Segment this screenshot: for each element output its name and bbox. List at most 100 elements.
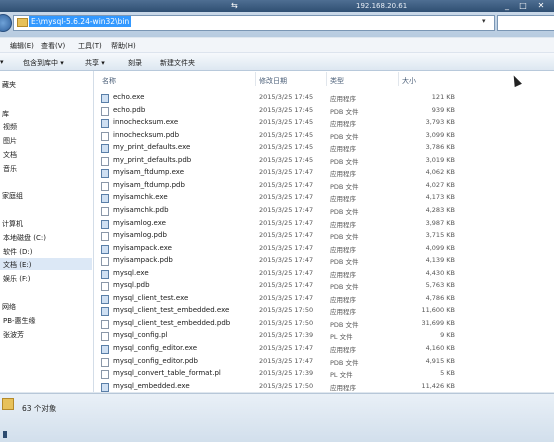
remote-host-title: 192.168.20.61 xyxy=(356,2,408,10)
include-in-library-button[interactable]: 包含到库中 ▾ xyxy=(23,58,64,68)
file-row[interactable]: myisam_ftdump.pdb 2015/3/25 17:47 PDB 文件 4,… xyxy=(100,180,460,192)
file-type: PDB 文件 xyxy=(330,107,359,116)
file-row[interactable]: mysql_config_editor.exe 2015/3/25 17:47 应用… xyxy=(100,343,460,355)
file-name: mysql_config.pl xyxy=(113,331,168,340)
file-type: 应用程序 xyxy=(330,120,356,129)
chevron-down-icon[interactable]: ▾ xyxy=(482,17,486,25)
column-divider[interactable] xyxy=(326,72,327,86)
file-icon xyxy=(101,282,109,292)
file-row[interactable]: mysql_client_test_embedded.pdb 2015/3/25 … xyxy=(100,318,460,330)
file-size: 3,099 KB xyxy=(425,130,455,139)
file-row[interactable]: myisamlog.exe 2015/3/25 17:47 应用程序 3,987 KB xyxy=(100,218,460,230)
file-date: 2015/3/25 17:47 xyxy=(259,256,314,265)
file-row[interactable]: myisam_ftdump.exe 2015/3/25 17:47 应用程序 4,06… xyxy=(100,167,460,179)
file-row[interactable]: mysql_embedded.exe 2015/3/25 17:50 应用程序 11,… xyxy=(100,381,460,393)
file-row[interactable]: mysql.exe 2015/3/25 17:47 应用程序 4,430 KB xyxy=(100,268,460,280)
organize-chevron-icon[interactable]: ▾ xyxy=(0,58,4,66)
file-date: 2015/3/25 17:47 xyxy=(259,243,314,252)
nav-network[interactable]: 网络 xyxy=(2,302,16,312)
share-button[interactable]: 共享 ▾ xyxy=(85,58,105,68)
file-row[interactable]: echo.exe 2015/3/25 17:45 应用程序 121 KB xyxy=(100,92,460,104)
file-name: mysql_client_test.exe xyxy=(113,293,189,302)
nav-drive-c[interactable]: 本地磁盘 (C:) xyxy=(3,233,46,243)
file-type: PDB 文件 xyxy=(330,320,359,329)
file-date: 2015/3/25 17:45 xyxy=(259,118,314,127)
file-name: my_print_defaults.pdb xyxy=(113,155,192,164)
file-row[interactable]: mysql_client_test_embedded.exe 2015/3/25 … xyxy=(100,305,460,317)
file-name: mysql_embedded.exe xyxy=(113,381,190,390)
file-name: myisamlog.pdb xyxy=(113,231,167,240)
file-type: PDB 文件 xyxy=(330,358,359,367)
nav-pictures[interactable]: 图片 xyxy=(3,136,17,146)
address-path[interactable]: E:\mysql-5.6.24-win32\bin xyxy=(29,16,132,27)
nav-libraries[interactable]: 库 xyxy=(2,109,9,119)
file-date: 2015/3/25 17:45 xyxy=(259,143,314,152)
file-row[interactable]: myisamchk.pdb 2015/3/25 17:47 PDB 文件 4,283 … xyxy=(100,205,460,217)
file-row[interactable]: myisamchk.exe 2015/3/25 17:47 应用程序 4,173 KB xyxy=(100,192,460,204)
menu-view[interactable]: 查看(V) xyxy=(41,41,65,51)
column-divider[interactable] xyxy=(398,72,399,86)
nav-network-pc-2[interactable]: 张波芳 xyxy=(3,330,24,340)
column-header-type[interactable]: 类型 xyxy=(330,76,344,86)
file-size: 9 KB xyxy=(440,331,455,340)
nav-computer[interactable]: 计算机 xyxy=(2,219,23,229)
file-row[interactable]: mysql_client_test.exe 2015/3/25 17:47 应用程序… xyxy=(100,293,460,305)
nav-videos[interactable]: 视频 xyxy=(3,122,17,132)
search-input[interactable] xyxy=(497,15,554,31)
file-row[interactable]: innochecksum.exe 2015/3/25 17:45 应用程序 3,793… xyxy=(100,117,460,129)
file-row[interactable]: myisampack.exe 2015/3/25 17:47 应用程序 4,099 K… xyxy=(100,243,460,255)
exe-icon xyxy=(101,307,109,317)
file-name: myisamchk.exe xyxy=(113,193,168,202)
status-bar xyxy=(0,393,554,442)
burn-button[interactable]: 刻录 xyxy=(128,58,142,68)
file-type: 应用程序 xyxy=(330,295,356,304)
menu-tools[interactable]: 工具(T) xyxy=(78,41,102,51)
file-name: myisam_ftdump.pdb xyxy=(113,180,185,189)
minimize-button[interactable]: _ xyxy=(500,1,514,11)
nav-drive-f[interactable]: 娱乐 (F:) xyxy=(3,274,31,284)
remote-connection-icon[interactable]: ⇆ xyxy=(231,1,238,10)
file-size: 3,987 KB xyxy=(425,218,455,227)
file-row[interactable]: my_print_defaults.exe 2015/3/25 17:45 应用程序… xyxy=(100,142,460,154)
file-date: 2015/3/25 17:47 xyxy=(259,205,314,214)
file-row[interactable]: myisampack.pdb 2015/3/25 17:47 PDB 文件 4,139… xyxy=(100,255,460,267)
file-row[interactable]: myisamlog.pdb 2015/3/25 17:47 PDB 文件 3,715 … xyxy=(100,230,460,242)
file-name: mysql.exe xyxy=(113,268,149,277)
nav-favorites[interactable]: 藏夹 xyxy=(2,80,16,90)
file-row[interactable]: mysql_convert_table_format.pl 2015/3/25 1… xyxy=(100,368,460,380)
maximize-button[interactable]: □ xyxy=(516,1,530,11)
file-row[interactable]: mysql_config.pl 2015/3/25 17:39 PL 文件 9 KB xyxy=(100,330,460,342)
column-header-date[interactable]: 修改日期 xyxy=(259,76,287,86)
file-row[interactable]: my_print_defaults.pdb 2015/3/25 17:45 PDB … xyxy=(100,155,460,167)
file-icon xyxy=(101,156,109,166)
menu-edit[interactable]: 编辑(E) xyxy=(10,41,34,51)
file-row[interactable]: echo.pdb 2015/3/25 17:45 PDB 文件 939 KB xyxy=(100,105,460,117)
file-row[interactable]: innochecksum.pdb 2015/3/25 17:45 PDB 文件 3,0… xyxy=(100,130,460,142)
file-name: myisampack.pdb xyxy=(113,256,173,265)
nav-drive-e[interactable]: 文档 (E:) xyxy=(3,260,31,270)
file-icon xyxy=(101,332,109,342)
navigation-pane xyxy=(0,71,94,392)
exe-icon xyxy=(101,169,109,179)
file-type: PDB 文件 xyxy=(330,233,359,242)
column-header-size[interactable]: 大小 xyxy=(402,76,416,86)
file-row[interactable]: mysql.pdb 2015/3/25 17:47 PDB 文件 5,763 KB xyxy=(100,280,460,292)
nav-music[interactable]: 音乐 xyxy=(3,164,17,174)
nav-homegroup[interactable]: 家庭组 xyxy=(2,191,23,201)
file-type: 应用程序 xyxy=(330,220,356,229)
nav-drive-d[interactable]: 软件 (D:) xyxy=(3,247,32,257)
menu-help[interactable]: 帮助(H) xyxy=(111,41,136,51)
file-name: innochecksum.pdb xyxy=(113,130,180,139)
file-name: myisamlog.exe xyxy=(113,218,166,227)
file-name: myisamchk.pdb xyxy=(113,205,169,214)
column-header-name[interactable]: 名称 xyxy=(102,76,116,86)
nav-network-pc-1[interactable]: PB-惠生缘 xyxy=(3,316,36,326)
column-divider[interactable] xyxy=(255,72,256,86)
file-date: 2015/3/25 17:39 xyxy=(259,369,314,378)
file-row[interactable]: mysql_config_editor.pdb 2015/3/25 17:47 PD… xyxy=(100,356,460,368)
close-button[interactable]: ✕ xyxy=(534,1,548,11)
new-folder-button[interactable]: 新建文件夹 xyxy=(160,58,195,68)
file-date: 2015/3/25 17:47 xyxy=(259,293,314,302)
file-size: 4,786 KB xyxy=(425,293,455,302)
nav-documents[interactable]: 文档 xyxy=(3,150,17,160)
